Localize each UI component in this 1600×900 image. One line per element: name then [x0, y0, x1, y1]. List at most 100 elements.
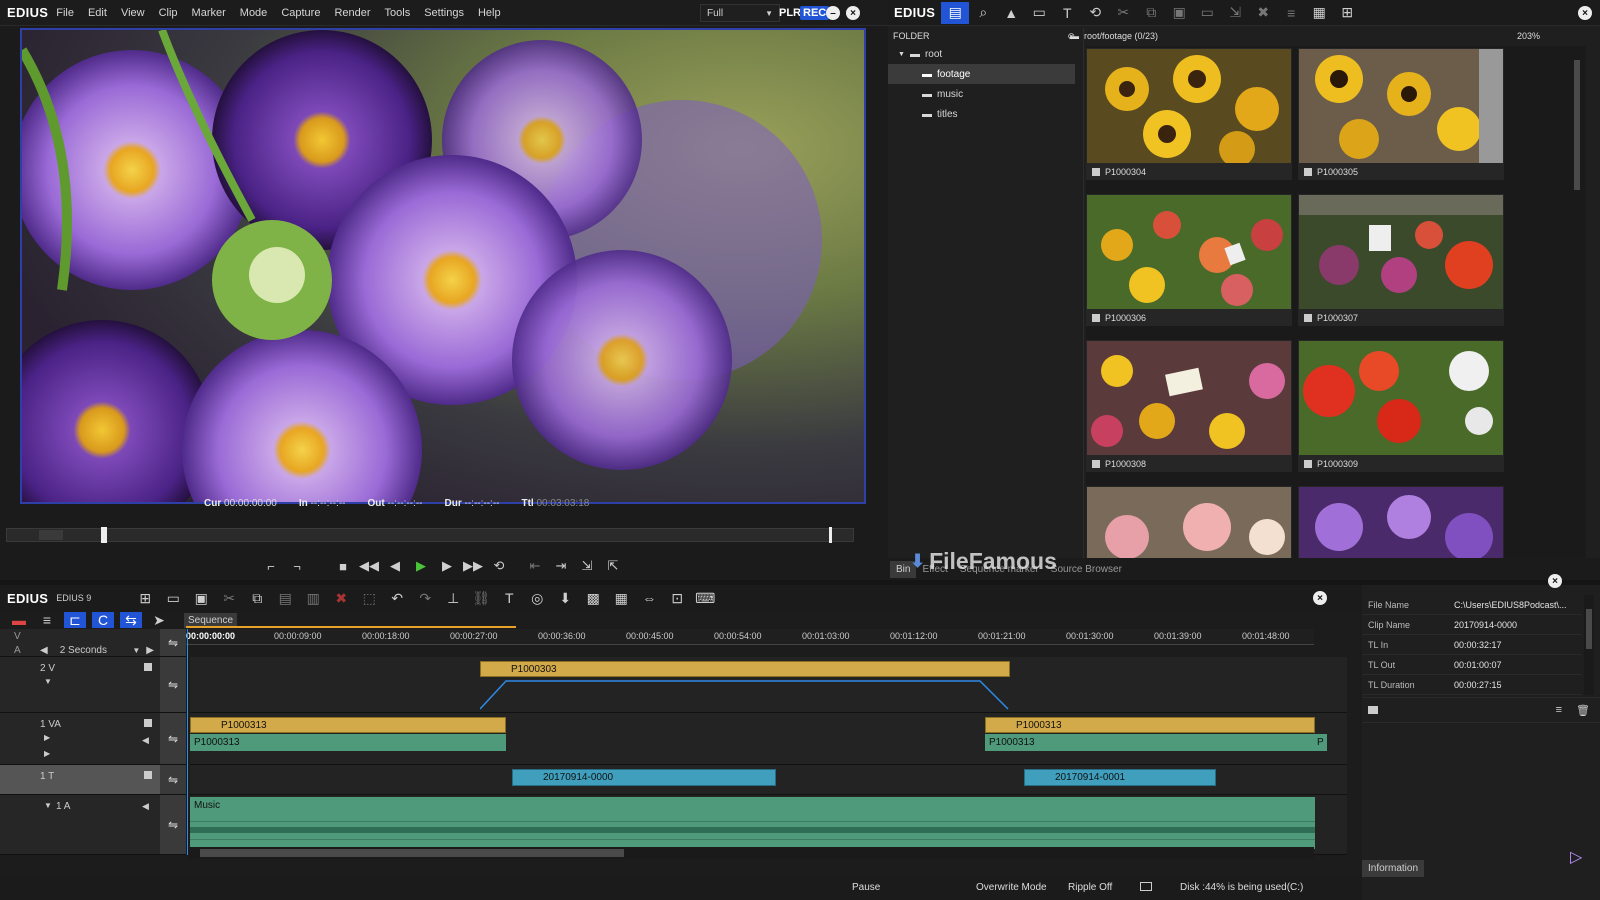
- delete-icon[interactable]: ✖: [1249, 2, 1277, 24]
- clip-thumbnail[interactable]: P1000304: [1086, 48, 1292, 180]
- insert-icon[interactable]: ⇤: [522, 555, 548, 577]
- tab-information[interactable]: Information: [1362, 860, 1425, 877]
- play-icon[interactable]: ▶: [408, 555, 434, 577]
- cut-icon[interactable]: ✂: [1109, 2, 1137, 24]
- stop-icon[interactable]: ■: [330, 555, 356, 577]
- scrollbar-thumb[interactable]: [200, 849, 624, 857]
- ripple-mode-icon[interactable]: ⇆: [120, 612, 142, 628]
- group-mode-icon[interactable]: C: [92, 612, 114, 628]
- insert-mode-icon[interactable]: ▬: [8, 612, 30, 628]
- track-1va-header[interactable]: 1 VA ▶ ▶ ◀: [0, 713, 160, 765]
- match-frame-icon[interactable]: ⇲: [574, 555, 600, 577]
- folder-view-icon[interactable]: ▤: [941, 1, 970, 24]
- timeline-scrollbar[interactable]: [186, 847, 1314, 859]
- swap-icon[interactable]: ⇋: [160, 795, 186, 855]
- copy-icon[interactable]: ⧉: [1137, 2, 1165, 24]
- export-icon[interactable]: ⇱: [600, 555, 626, 577]
- open-project-icon[interactable]: ▭: [159, 587, 187, 609]
- trash-icon[interactable]: 🗑: [1576, 704, 1590, 717]
- set-in-icon[interactable]: ⌐: [258, 555, 284, 577]
- swap-icon[interactable]: ⇋: [160, 657, 186, 713]
- audio-toggle-icon[interactable]: ◀: [142, 735, 149, 746]
- cut-icon[interactable]: ✂: [215, 587, 243, 609]
- render-icon[interactable]: ⬇: [551, 587, 579, 609]
- properties-icon[interactable]: ≡: [1277, 2, 1305, 24]
- snapshot-icon[interactable]: ⊡: [663, 587, 691, 609]
- audio-clip[interactable]: P1000313: [985, 734, 1315, 751]
- set-out-icon[interactable]: ¬: [284, 555, 310, 577]
- link-icon[interactable]: ⛓: [467, 587, 495, 609]
- menu-mode[interactable]: Mode: [240, 7, 268, 19]
- audio-toggle-icon[interactable]: ◀: [142, 801, 149, 812]
- menu-settings[interactable]: Settings: [424, 7, 464, 19]
- ripple-delete-icon[interactable]: ⬚: [355, 587, 383, 609]
- monitor-icon[interactable]: [1140, 882, 1152, 891]
- clip-thumbnail[interactable]: P1000305: [1298, 48, 1504, 180]
- playback-scrubber[interactable]: [6, 527, 854, 543]
- scrollbar-thumb[interactable]: [1574, 60, 1580, 190]
- search-icon[interactable]: ⌕: [969, 2, 997, 24]
- menu-file[interactable]: File: [56, 7, 74, 19]
- track-1va-lane[interactable]: P1000313 P1000313 P1000313 P1000313 P: [190, 713, 1347, 765]
- replace-icon[interactable]: ▥: [299, 587, 327, 609]
- preview-monitor[interactable]: [20, 28, 866, 504]
- menu-help[interactable]: Help: [478, 7, 501, 19]
- close-icon[interactable]: ×: [846, 6, 860, 20]
- paste-icon[interactable]: ▣: [1165, 2, 1193, 24]
- quality-select[interactable]: Full ▼: [700, 4, 780, 22]
- effects-icon[interactable]: ▩: [579, 587, 607, 609]
- menu-capture[interactable]: Capture: [281, 7, 320, 19]
- chevron-right-icon[interactable]: ▶: [146, 645, 154, 656]
- menu-tools[interactable]: Tools: [385, 7, 411, 19]
- folder-titles[interactable]: ▬ titles: [888, 104, 1083, 124]
- keyboard-icon[interactable]: ⌨: [691, 587, 719, 609]
- playhead-handle[interactable]: [101, 527, 107, 543]
- new-sequence-icon[interactable]: ⊞: [131, 587, 159, 609]
- expand-icon[interactable]: ▶: [44, 749, 50, 758]
- menu-marker[interactable]: Marker: [192, 7, 226, 19]
- view-mode-icon[interactable]: ▦: [1305, 2, 1333, 24]
- list-icon[interactable]: ≡: [1556, 704, 1562, 716]
- show-player-icon[interactable]: ▭: [1193, 2, 1221, 24]
- step-forward-icon[interactable]: ▶: [434, 555, 460, 577]
- open-folder-icon[interactable]: ▭: [1025, 2, 1053, 24]
- folder-root[interactable]: ▼ ▬ root: [888, 44, 1083, 64]
- track-1t-lane[interactable]: 20170914-0000 20170914-0001: [190, 765, 1347, 795]
- folder-music[interactable]: ▬ music: [888, 84, 1083, 104]
- sync-icon[interactable]: ⇔: [635, 587, 663, 609]
- expand-icon[interactable]: ▼: [44, 677, 52, 686]
- title-clip[interactable]: 20170914-0000: [512, 769, 776, 786]
- timeline-playhead[interactable]: [187, 629, 188, 855]
- fast-forward-icon[interactable]: ▶▶: [460, 555, 486, 577]
- overwrite-icon[interactable]: ⇥: [548, 555, 574, 577]
- track-2v-lane[interactable]: P1000303: [190, 657, 1347, 713]
- track-1a-lane[interactable]: Music: [190, 795, 1347, 855]
- link-mode-icon[interactable]: ⊏: [64, 612, 86, 628]
- step-back-icon[interactable]: ◀: [382, 555, 408, 577]
- undo-icon[interactable]: ↶: [383, 587, 411, 609]
- clip-thumbnail[interactable]: [1086, 486, 1292, 558]
- rec-button[interactable]: REC: [800, 6, 830, 20]
- folder-footage[interactable]: ▬ footage: [888, 64, 1075, 84]
- multicam-icon[interactable]: ▦: [607, 587, 635, 609]
- overwrite-mode-icon[interactable]: ≡: [36, 612, 58, 628]
- play-icon[interactable]: ▷: [1570, 847, 1582, 867]
- scrollbar-thumb[interactable]: [1586, 609, 1592, 649]
- video-toggle-icon[interactable]: [144, 719, 152, 727]
- add-cut-icon[interactable]: ⊥: [439, 587, 467, 609]
- redo-icon[interactable]: ↷: [411, 587, 439, 609]
- loop-icon[interactable]: ⟲: [486, 555, 512, 577]
- info-scrollbar[interactable]: [1584, 595, 1594, 695]
- chevron-left-icon[interactable]: ◀: [40, 645, 48, 656]
- tab-source-browser[interactable]: Source Browser: [1045, 561, 1128, 578]
- clip-thumbnail[interactable]: P1000307: [1298, 194, 1504, 326]
- swap-icon[interactable]: ⇋: [160, 713, 186, 765]
- scale-select[interactable]: ◀ 2 Seconds ▼ ▶: [40, 643, 154, 657]
- layer-icon[interactable]: [1368, 706, 1378, 714]
- close-icon[interactable]: ×: [1313, 591, 1327, 605]
- title-icon[interactable]: T: [495, 587, 523, 609]
- menu-clip[interactable]: Clip: [159, 7, 178, 19]
- track-2v-header[interactable]: 2 V ▼: [0, 657, 160, 713]
- paste-icon[interactable]: ▤: [271, 587, 299, 609]
- shuttle-slider[interactable]: [39, 530, 63, 540]
